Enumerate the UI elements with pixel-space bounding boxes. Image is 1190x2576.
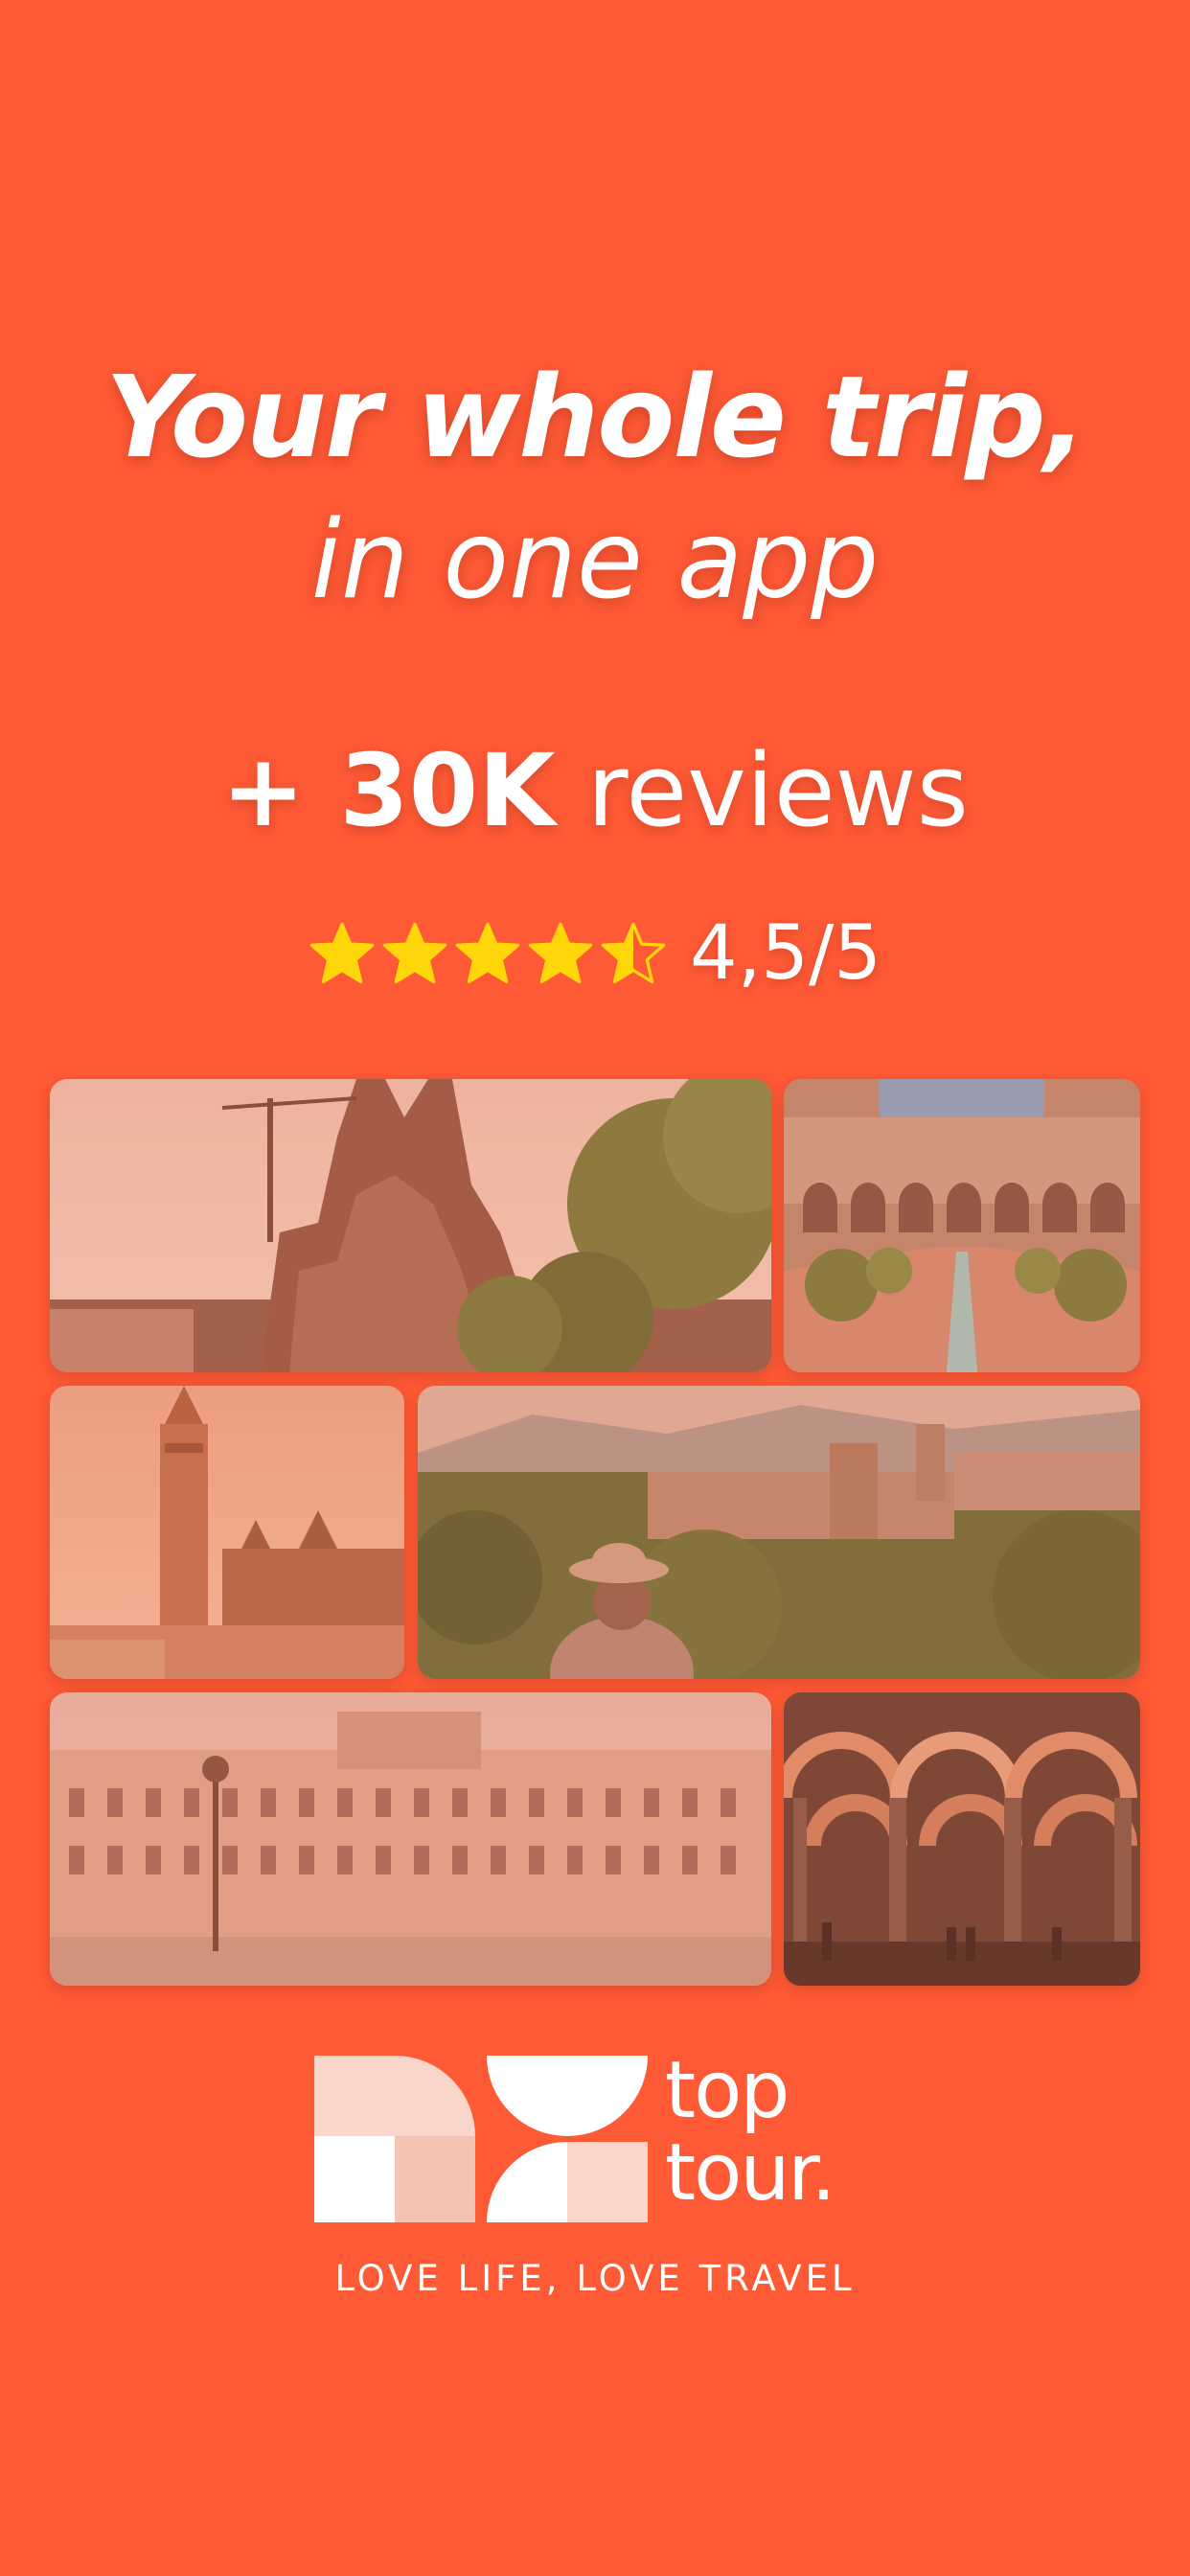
headline: Your whole trip, in one app	[0, 345, 1190, 632]
star-full-icon	[381, 921, 448, 986]
rating-row: 4,5/5	[0, 910, 1190, 997]
royal-palace-photo	[50, 1692, 771, 1986]
toptour-logo-mark	[314, 2056, 648, 2222]
headline-line-2: in one app	[310, 498, 880, 623]
reviews-count: + 30K reviews	[0, 728, 1190, 853]
brand-name: top tour.	[665, 2045, 836, 2219]
star-half-icon	[600, 921, 667, 986]
brand-name-line-2: tour.	[665, 2128, 836, 2219]
mezquita-arches-photo	[784, 1692, 1140, 1986]
giralda-tower-photo	[50, 1386, 404, 1679]
star-full-icon	[527, 921, 594, 986]
headline-line-1: Your whole trip,	[104, 351, 1087, 483]
reviews-count-number: + 30K	[221, 732, 556, 849]
brand-tagline: LOVE LIFE, LOVE TRAVEL	[334, 2258, 856, 2299]
sagrada-familia-photo	[50, 1079, 771, 1372]
toptour-logo: top tour.	[314, 2050, 880, 2228]
brand-name-line-1: top	[665, 2045, 790, 2136]
star-full-icon	[454, 921, 521, 986]
alcazar-courtyard-photo	[784, 1079, 1140, 1372]
star-full-icon	[309, 921, 376, 986]
alhambra-view-photo	[418, 1386, 1140, 1679]
star-rating	[309, 921, 667, 986]
rating-value: 4,5/5	[690, 910, 881, 997]
reviews-count-label: reviews	[555, 732, 969, 849]
